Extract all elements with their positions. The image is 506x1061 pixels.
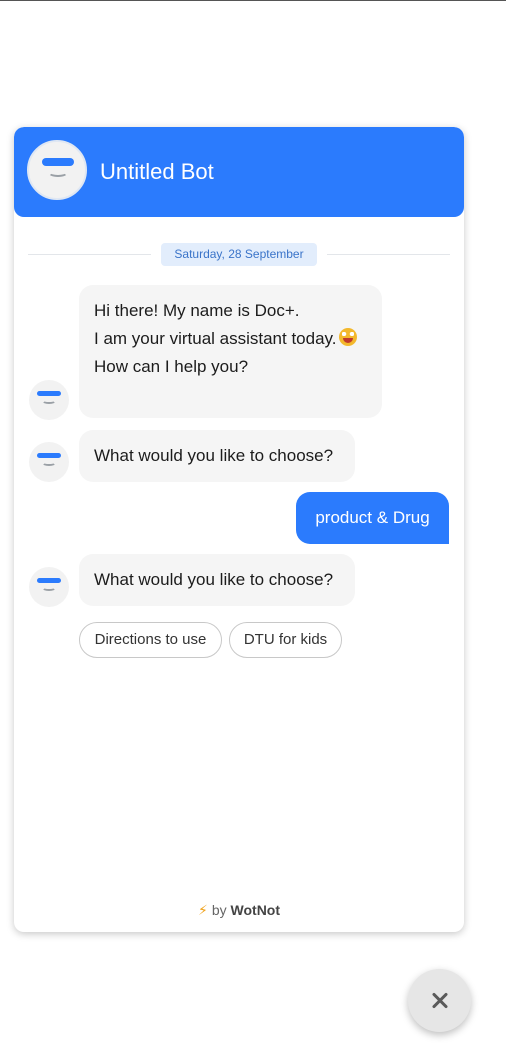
message-line: How can I help you? bbox=[94, 357, 249, 376]
avatar-smile-icon bbox=[42, 398, 56, 404]
avatar-eyes-icon bbox=[37, 578, 61, 583]
bot-message: What would you like to choose? bbox=[79, 430, 355, 482]
chat-header: Untitled Bot bbox=[14, 127, 464, 217]
top-border-line bbox=[0, 0, 506, 1]
grinning-face-with-tongue-icon bbox=[338, 328, 357, 346]
bot-message: Hi there! My name is Doc+. I am your vir… bbox=[79, 285, 382, 418]
date-divider-right bbox=[327, 254, 450, 255]
message-line: Hi there! My name is Doc+. bbox=[94, 301, 300, 320]
avatar-smile-icon bbox=[48, 168, 68, 177]
bot-avatar-small bbox=[29, 567, 69, 607]
avatar-eyes-icon bbox=[42, 158, 74, 166]
date-divider-left bbox=[28, 254, 151, 255]
avatar-smile-icon bbox=[42, 460, 56, 466]
footer-brand: WotNot bbox=[230, 902, 281, 918]
close-chat-button[interactable] bbox=[408, 969, 471, 1032]
bot-message: What would you like to choose? bbox=[79, 554, 355, 606]
bot-avatar-small bbox=[29, 442, 69, 482]
option-directions-to-use[interactable]: Directions to use bbox=[79, 622, 222, 658]
avatar-eyes-icon bbox=[37, 453, 61, 458]
avatar-smile-icon bbox=[42, 585, 56, 591]
option-dtu-for-kids[interactable]: DTU for kids bbox=[229, 622, 342, 658]
powered-by-footer[interactable]: ⚡ by WotNot bbox=[14, 899, 464, 921]
chat-widget: Untitled Bot Saturday, 28 September Hi t… bbox=[14, 127, 464, 932]
avatar-eyes-icon bbox=[37, 391, 61, 396]
lightning-bolt-icon: ⚡ bbox=[197, 902, 208, 918]
message-line: I am your virtual assistant today. bbox=[94, 325, 367, 353]
user-message: product & Drug bbox=[296, 492, 449, 544]
footer-prefix: by bbox=[211, 902, 227, 918]
bot-avatar bbox=[27, 140, 87, 200]
date-divider-label: Saturday, 28 September bbox=[161, 243, 317, 266]
bot-avatar-small bbox=[29, 380, 69, 420]
bot-name: Untitled Bot bbox=[100, 159, 214, 184]
